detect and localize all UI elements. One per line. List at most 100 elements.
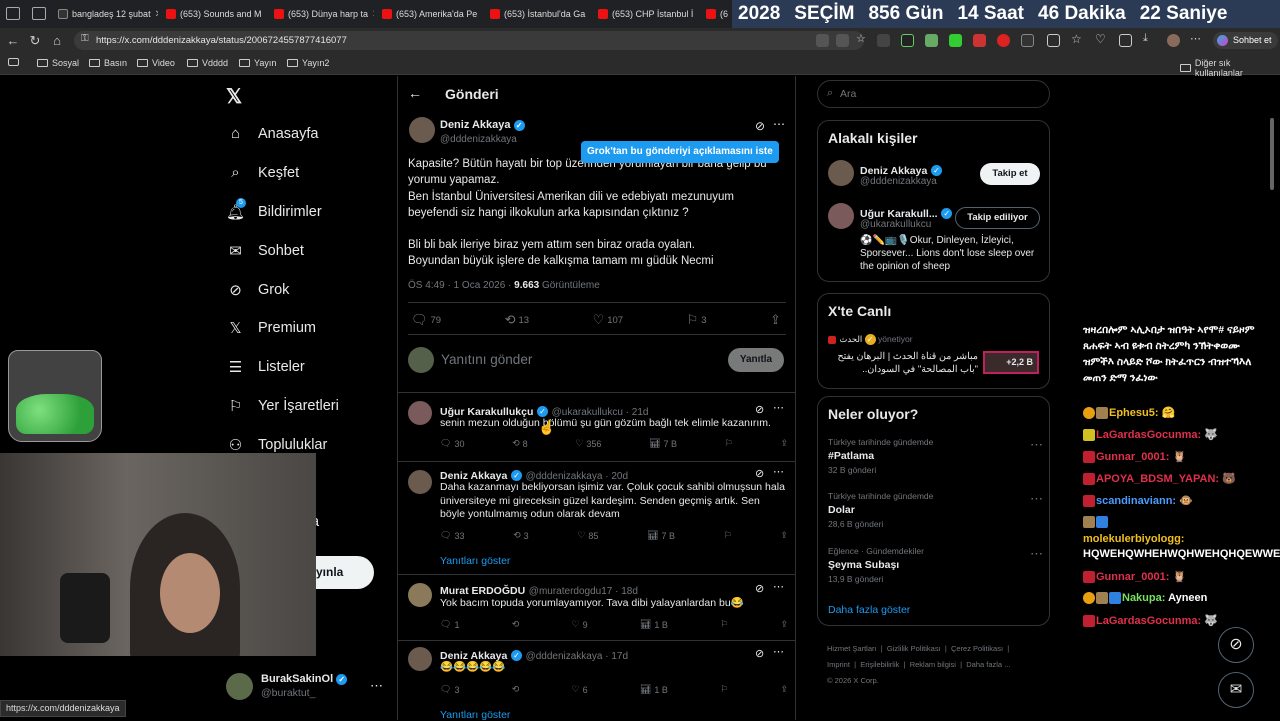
views-button[interactable]: 📊︎7 B (647, 530, 675, 541)
tab-overview-icon[interactable] (32, 7, 46, 20)
nav-explore[interactable]: ⌕Keşfet (227, 164, 299, 181)
extensions-icon[interactable] (1119, 34, 1132, 47)
nav-home[interactable]: ⌂Anasayfa (227, 125, 318, 142)
like-button[interactable]: ♡356 (575, 438, 601, 449)
bookmark-button[interactable]: ⚐ (724, 530, 732, 541)
grok-icon[interactable]: ⊘ (755, 119, 765, 133)
collections-icon[interactable]: ♡ (1095, 32, 1108, 45)
footer-link[interactable]: Hizmet Şartları (827, 644, 877, 653)
footer-link[interactable]: Çerez Politikası (951, 644, 1003, 653)
browser-tab[interactable]: (653) Sounds and M✕ (162, 4, 266, 24)
more-icon[interactable]: ⋯ (773, 117, 785, 131)
trend-item[interactable]: Türkiye tarihinde gündemde #Patlama 32 B… (828, 437, 1043, 475)
messages-float-button[interactable]: ✉ (1218, 672, 1254, 708)
more-icon[interactable]: ⋯ (773, 580, 784, 593)
site-info-icon[interactable]: ⚿ (81, 33, 89, 44)
more-icon[interactable]: ⋯ (773, 645, 784, 658)
bookmark-button[interactable]: ⚐ (720, 684, 728, 695)
favorites-icon[interactable]: ☆ (1071, 32, 1084, 45)
repost-button[interactable]: ⟲ (512, 619, 520, 630)
reply-button[interactable]: 🗨︎1 (440, 619, 459, 630)
extension-icon[interactable] (816, 34, 829, 47)
repost-button[interactable]: ⟲13 (505, 312, 529, 328)
reply-submit-button[interactable]: Yanıtla (728, 348, 784, 372)
share-button[interactable]: ⇪ (780, 619, 788, 630)
show-replies-link[interactable]: Yanıtları göster (440, 709, 510, 721)
post-timestamp[interactable]: ÖS 4:49 · 1 Oca 2026 · (408, 280, 514, 291)
browser-tab[interactable]: (6 (702, 4, 732, 24)
close-icon[interactable]: ✕ (589, 9, 590, 20)
footer-link[interactable]: Reklam bilgisi (910, 660, 956, 669)
person-name[interactable]: Deniz Akkaya ✓ (860, 162, 942, 177)
bookmark-button[interactable]: ⚐ (725, 438, 733, 449)
home-icon[interactable]: ⌂ (46, 33, 68, 48)
post-author[interactable]: Deniz Akkaya ✓ (440, 119, 525, 131)
other-bookmarks[interactable]: Diğer sık kullanılanlar (1180, 58, 1280, 78)
nav-messages[interactable]: ✉Sohbet (227, 242, 304, 259)
extension-icon[interactable] (973, 34, 986, 47)
grok-icon[interactable]: ⊘ (755, 467, 764, 480)
search-input[interactable]: ⌕ Ara (817, 80, 1050, 108)
reading-list-icon[interactable] (8, 58, 19, 66)
reply-author[interactable]: Murat ERDOĞDU (440, 585, 525, 597)
close-icon[interactable]: ✕ (481, 9, 482, 20)
views-button[interactable]: 📊︎1 B (640, 684, 668, 695)
more-icon[interactable]: ⋯ (773, 401, 784, 414)
nav-premium[interactable]: 𝕏Premium (227, 319, 316, 336)
more-icon[interactable]: ⋯ (370, 678, 383, 694)
nav-bookmarks[interactable]: ⚐Yer İşaretleri (227, 397, 339, 414)
more-icon[interactable]: ⋯ (1030, 491, 1043, 507)
more-icon[interactable]: ⋯ (1190, 32, 1203, 45)
like-button[interactable]: ♡107 (593, 312, 624, 328)
footer-link[interactable]: Daha fazla ... (966, 660, 1010, 669)
bookmark-folder[interactable]: Yayın (239, 58, 276, 68)
reply-tweet[interactable]: Deniz Akkaya ✓ @dddenizakkaya · 17d ⊘⋯ 😂… (397, 640, 796, 720)
bookmark-button[interactable]: ⚐3 (687, 312, 707, 328)
back-icon[interactable]: ← (2, 33, 24, 48)
bookmark-button[interactable]: ⚐ (720, 619, 728, 630)
live-text[interactable]: مباشر من قناة الحدث | البرهان يفتح "باب … (828, 350, 978, 376)
nav-lists[interactable]: ☰Listeler (227, 358, 305, 375)
show-replies-link[interactable]: Yanıtları göster (440, 555, 510, 567)
tab-strip-menu-icon[interactable] (6, 7, 20, 20)
extension-icon[interactable] (836, 34, 849, 47)
extension-icon[interactable] (925, 34, 938, 47)
profile-avatar-icon[interactable] (1167, 34, 1180, 47)
bookmark-folder[interactable]: Basın (89, 58, 127, 68)
views-button[interactable]: 📊︎1 B (640, 619, 668, 630)
footer-link[interactable]: Imprint (827, 660, 850, 669)
bookmark-folder[interactable]: Video (137, 58, 175, 68)
repost-button[interactable]: ⟲ (512, 684, 520, 695)
url-input[interactable]: https://x.com/dddenizakkaya/status/20067… (74, 31, 864, 50)
browser-tab[interactable]: (653) Amerika'da Pe✕ (378, 4, 482, 24)
close-icon[interactable]: ✕ (155, 9, 158, 20)
more-icon[interactable]: ⋯ (1030, 546, 1043, 562)
share-button[interactable]: ⇪ (780, 684, 788, 695)
live-source[interactable]: الحدث ✓ yönetiyor (828, 334, 913, 345)
grok-icon[interactable]: ⊘ (755, 582, 764, 595)
browser-tab[interactable]: bangladeş 12 şubat✕ (54, 4, 158, 24)
person-name[interactable]: Uğur Karakull... ✓ (860, 205, 952, 220)
repost-button[interactable]: ⟲3 (513, 530, 529, 541)
bookmark-folder[interactable]: Vdddd (187, 58, 228, 68)
more-icon[interactable]: ⋯ (773, 465, 784, 478)
reply-button[interactable]: 🗨︎33 (440, 530, 464, 541)
grok-icon[interactable]: ⊘ (755, 647, 764, 660)
like-button[interactable]: ♡6 (572, 684, 588, 695)
nav-communities[interactable]: ⚇Topluluklar (227, 436, 327, 453)
bookmark-folder[interactable]: Yayın2 (287, 58, 329, 68)
like-button[interactable]: ♡85 (577, 530, 598, 541)
avatar[interactable] (828, 203, 854, 229)
reload-icon[interactable]: ↻ (24, 33, 46, 49)
page-scrollbar[interactable] (1270, 118, 1274, 190)
reply-handle[interactable]: @muraterdogdu17 · 18d (529, 586, 638, 597)
nav-notifications[interactable]: 🔔︎5Bildirimler (227, 203, 322, 220)
split-view-icon[interactable] (1047, 34, 1060, 47)
extension-icon[interactable] (901, 34, 914, 47)
browser-tab[interactable]: (653) İstanbul'da Ga✕ (486, 4, 590, 24)
grok-tooltip[interactable]: Grok'tan bu gönderiyi açıklamasını iste (581, 141, 779, 163)
following-button[interactable]: Takip ediliyor (955, 207, 1040, 229)
like-button[interactable]: ♡9 (572, 619, 588, 630)
browser-tab[interactable]: (653) CHP İstanbul İ✕ (594, 4, 698, 24)
account-switcher[interactable]: BurakSakinOl ✓ @buraktut_ ⋯ (226, 668, 386, 704)
